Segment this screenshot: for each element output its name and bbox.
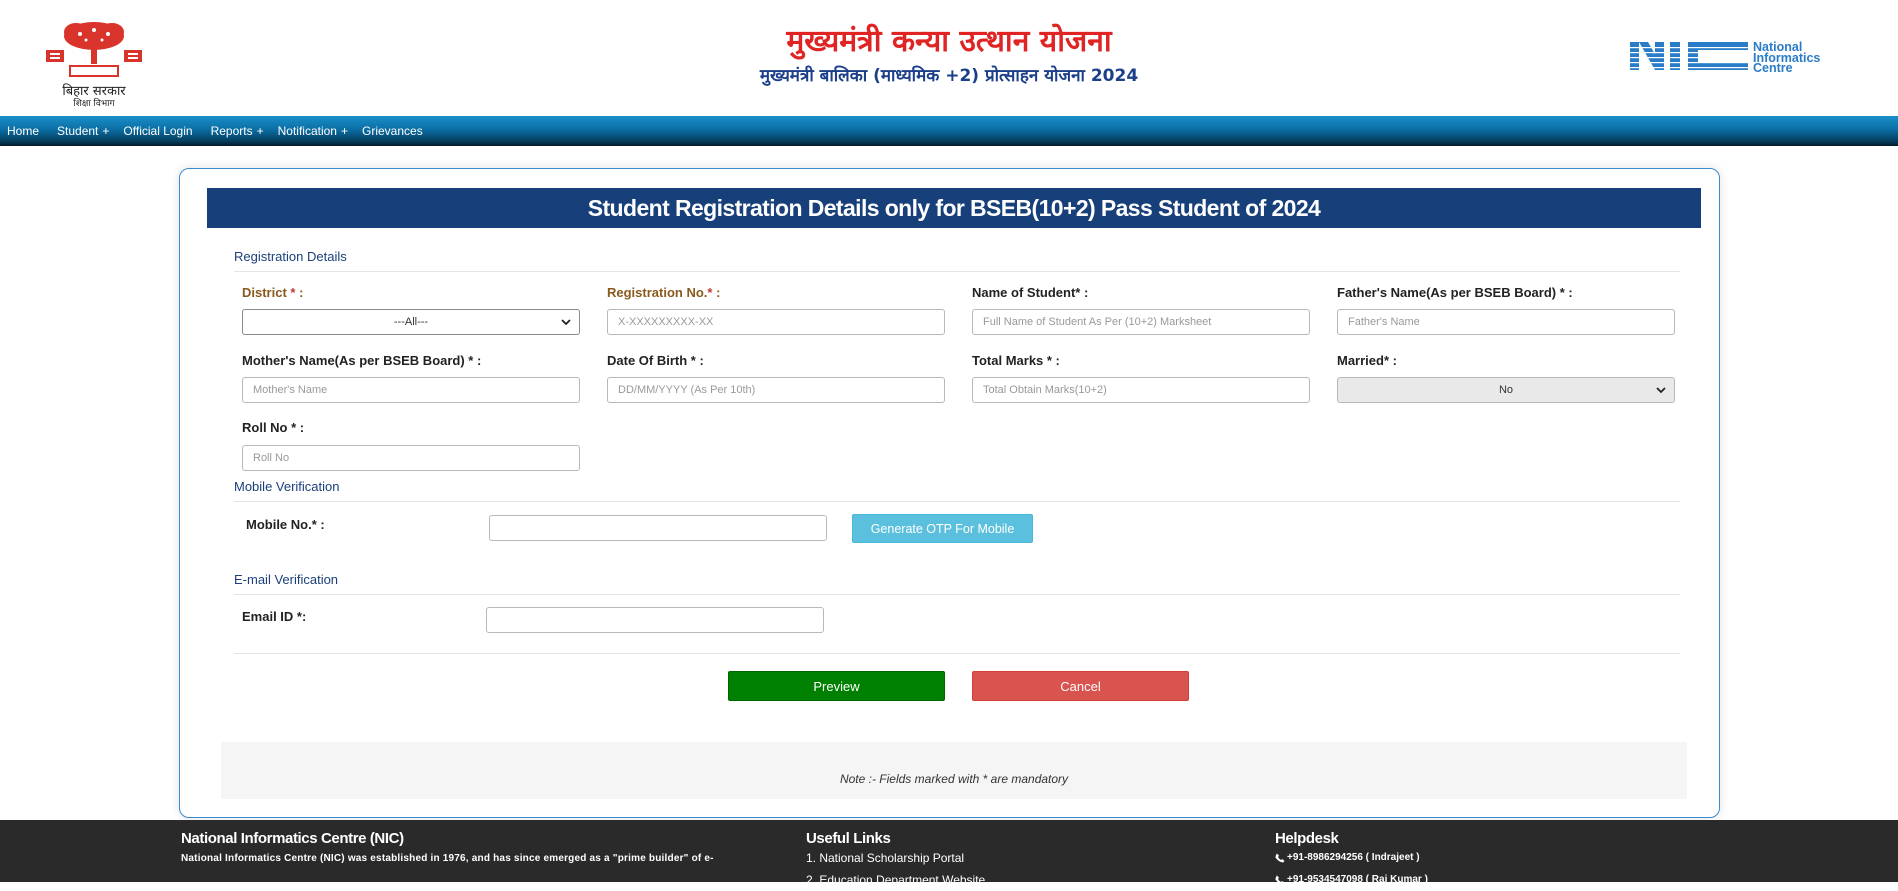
father-name-label: Father's Name(As per BSEB Board) * : [1337, 285, 1573, 300]
nic-logo-line-3: Centre [1753, 61, 1793, 75]
nav-home-label: Home [7, 124, 40, 138]
nav-notification-label: Notification [277, 124, 337, 138]
registration-no-label-colon: : [712, 285, 721, 300]
roll-no-label: Roll No * : [242, 420, 305, 435]
total-marks-label: Total Marks * : [972, 353, 1060, 368]
nic-logo-text: National Informatics Centre [1753, 41, 1820, 75]
nic-logo: National Informatics Centre [1630, 40, 1860, 74]
nav-official-login[interactable]: Official Login [123, 124, 196, 138]
main-navigation: Home Student + Official Login Reports + No… [0, 116, 1898, 146]
nav-grievances-label: Grievances [362, 124, 423, 138]
dob-input[interactable]: DD/MM/YYYY (As Per 10th) [607, 377, 945, 403]
mandatory-note: Note :- Fields marked with * are mandato… [221, 742, 1687, 799]
nic-wordmark-icon [1630, 42, 1748, 70]
chevron-down-icon [561, 319, 571, 326]
registration-no-placeholder: X-XXXXXXXXX-XX [618, 316, 714, 328]
nav-student-label: Student [57, 124, 99, 138]
student-name-placeholder: Full Name of Student As Per (10+2) Marks… [983, 316, 1212, 328]
father-name-placeholder: Father's Name [1348, 316, 1420, 328]
roll-no-placeholder: Roll No [253, 452, 290, 464]
preview-button[interactable]: Preview [728, 671, 945, 701]
mother-name-input[interactable]: Mother's Name [242, 377, 580, 403]
mother-name-label: Mother's Name(As per BSEB Board) * : [242, 353, 482, 368]
section-divider [234, 271, 1680, 272]
married-label: Married* : [1337, 353, 1397, 368]
dob-label: Date Of Birth * : [607, 353, 704, 368]
nav-notification[interactable]: Notification + [278, 124, 348, 138]
helpdesk-phone-text: +91-9534547098 ( Raj Kumar ) [1287, 874, 1428, 885]
mobile-section-heading: Mobile Verification [234, 479, 340, 494]
section-divider [234, 501, 1680, 502]
roll-no-input[interactable]: Roll No [242, 445, 580, 471]
cancel-button[interactable]: Cancel [972, 671, 1189, 701]
district-label-text: District [242, 285, 287, 300]
total-marks-placeholder: Total Obtain Marks(10+2) [983, 384, 1107, 396]
header-titles: मुख्यमंत्री कन्या उत्थान योजना मुख्यमंत्… [0, 20, 1898, 88]
father-name-input[interactable]: Father's Name [1337, 309, 1675, 335]
section-divider [234, 653, 1680, 654]
footer-nic-heading: National Informatics Centre (NIC) [181, 830, 404, 847]
mother-name-placeholder: Mother's Name [253, 384, 328, 396]
student-name-input[interactable]: Full Name of Student As Per (10+2) Marks… [972, 309, 1310, 335]
page-subtitle: मुख्यमंत्री बालिका (माध्यमिक +2) प्रोत्स… [759, 66, 1139, 86]
nav-reports-expand-icon: + [256, 124, 264, 138]
site-header: बिहार सरकार शिक्षा विभाग मुख्यमंत्री कन्… [0, 0, 1898, 116]
footer-nic-text: National Informatics Centre (NIC) was es… [181, 853, 714, 864]
page-title: मुख्यमंत्री कन्या उत्थान योजना [786, 24, 1112, 59]
site-footer: National Informatics Centre (NIC) Nation… [0, 820, 1898, 887]
total-marks-input[interactable]: Total Obtain Marks(10+2) [972, 377, 1310, 403]
mobile-input[interactable] [489, 515, 827, 541]
district-label-colon: : [295, 285, 304, 300]
district-selected-value: ---All--- [393, 316, 429, 328]
phone-icon [1275, 853, 1285, 863]
registration-form-card: Student Registration Details only for BS… [179, 168, 1720, 818]
footer-helpdesk-heading: Helpdesk [1275, 830, 1339, 847]
mobile-label: Mobile No.* : [246, 517, 325, 532]
nav-student[interactable]: Student + [57, 124, 109, 138]
footer-nic-column: National Informatics Centre (NIC) Nation… [181, 830, 781, 864]
form-title-banner: Student Registration Details only for BS… [207, 188, 1701, 228]
footer-link-education-department[interactable]: 2. Education Department Website [806, 869, 1106, 891]
nav-notification-expand-icon: + [340, 124, 348, 138]
nav-grievances[interactable]: Grievances [362, 124, 427, 138]
email-section-heading: E-mail Verification [234, 572, 339, 587]
district-select[interactable]: ---All--- [242, 309, 580, 335]
phone-icon [1275, 875, 1285, 885]
nav-official-login-label: Official Login [123, 124, 193, 138]
nav-student-expand-icon: + [102, 124, 110, 138]
district-label: District * : [242, 285, 303, 300]
student-name-label: Name of Student* : [972, 285, 1089, 300]
helpdesk-phone-item: +91-8986294256 ( Indrajeet ) [1275, 847, 1575, 869]
registration-no-label-text: Registration No. [607, 285, 708, 300]
helpdesk-phone-text: +91-8986294256 ( Indrajeet ) [1287, 852, 1420, 863]
nav-reports[interactable]: Reports + [211, 124, 264, 138]
registration-no-input[interactable]: X-XXXXXXXXX-XX [607, 309, 945, 335]
helpdesk-phone-item: +91-9534547098 ( Raj Kumar ) [1275, 869, 1575, 891]
nav-home[interactable]: Home [7, 124, 43, 138]
email-label: Email ID *: [242, 609, 307, 624]
nav-reports-label: Reports [210, 124, 253, 138]
email-input[interactable] [486, 607, 824, 633]
chevron-down-icon [1656, 387, 1666, 394]
section-divider [234, 594, 1680, 595]
registration-section-heading: Registration Details [234, 249, 347, 264]
registration-no-label: Registration No.* : [607, 285, 720, 300]
married-selected-value: No [1498, 384, 1514, 396]
dob-placeholder: DD/MM/YYYY (As Per 10th) [618, 384, 756, 396]
footer-links-heading: Useful Links [806, 830, 891, 847]
married-select[interactable]: No [1337, 377, 1675, 403]
generate-otp-button[interactable]: Generate OTP For Mobile [852, 514, 1033, 543]
bihar-logo-subcaption: शिक्षा विभाग [73, 99, 115, 109]
footer-link-national-scholarship[interactable]: 1. National Scholarship Portal [806, 847, 1106, 869]
